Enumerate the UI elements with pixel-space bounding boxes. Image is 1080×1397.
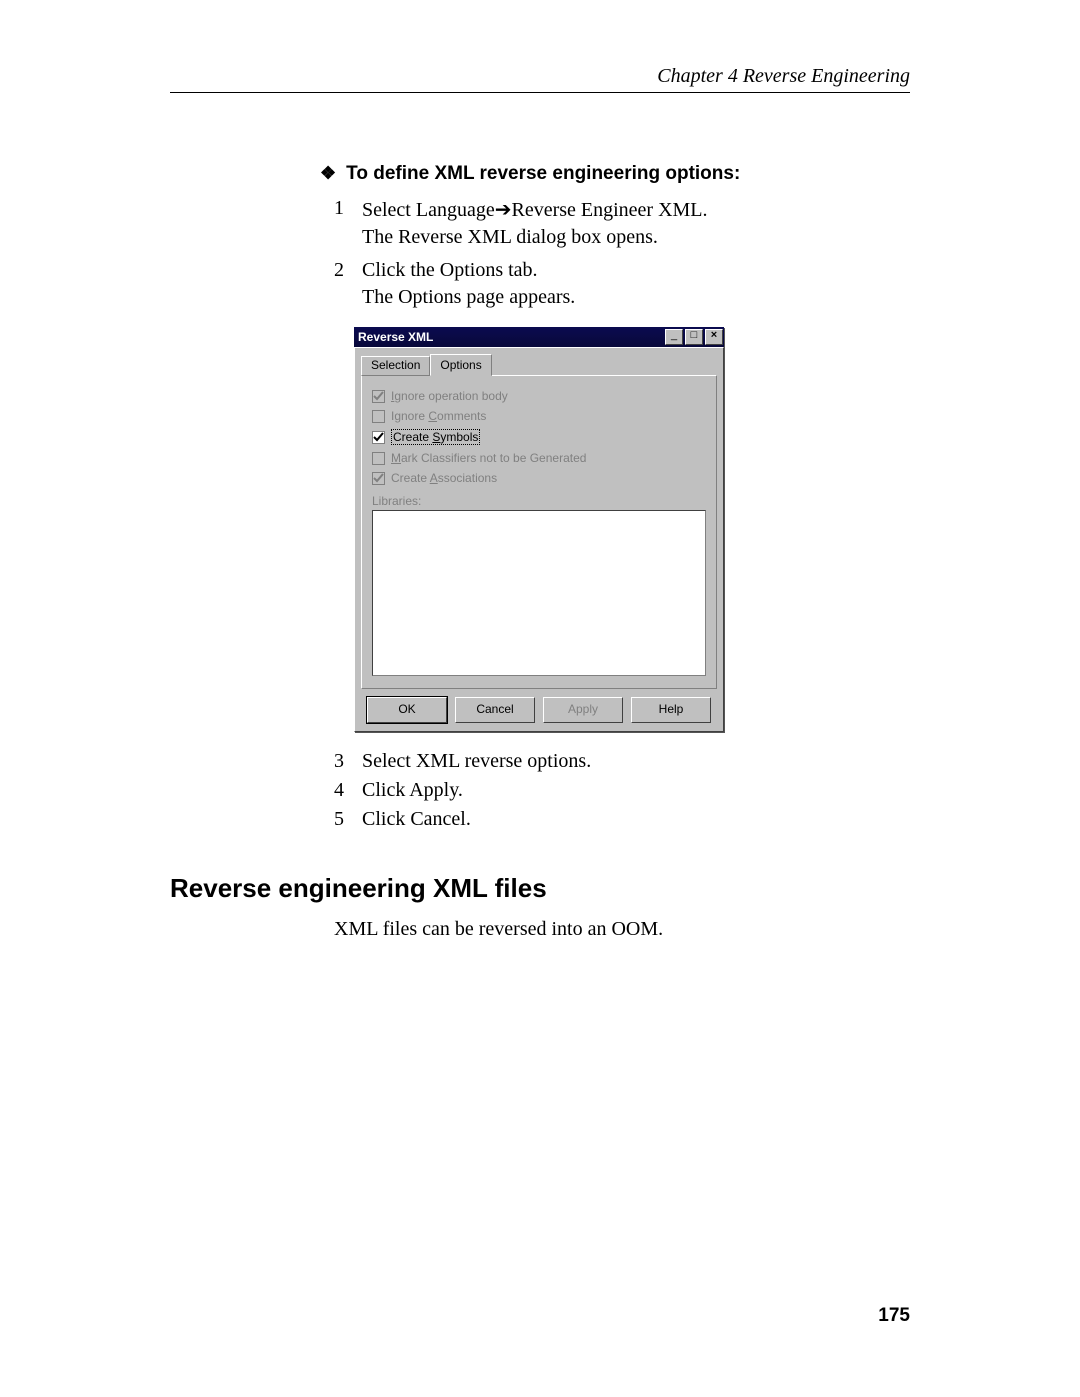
option-create-symbols[interactable]: Create Symbols <box>372 429 706 445</box>
step-number: 4 <box>334 779 362 802</box>
step-text: Select XML reverse options. <box>362 750 591 773</box>
libraries-label: Libraries: <box>372 494 706 508</box>
checkbox-icon[interactable] <box>372 390 385 403</box>
step-2-sub: The Options page appears. <box>320 286 910 309</box>
running-header: Chapter 4 Reverse Engineering <box>170 65 910 93</box>
dialog-body: Selection Options Ignore operation body <box>354 347 724 732</box>
option-label: Create Associations <box>391 471 497 485</box>
step-3: 3 Select XML reverse options. <box>320 750 910 773</box>
step-4: 4 Click Apply. <box>320 779 910 802</box>
step-text: Click the Options tab. <box>362 259 538 282</box>
options-panel: Ignore operation body Ignore Comments Cr… <box>361 375 717 689</box>
checkbox-icon[interactable] <box>372 472 385 485</box>
checkbox-icon[interactable] <box>372 410 385 423</box>
step-text: Select Language➔Reverse Engineer XML. <box>362 197 708 222</box>
tab-selection[interactable]: Selection <box>361 356 430 376</box>
reverse-xml-dialog: Reverse XML _ □ × Selection Options <box>354 327 724 732</box>
dialog-title: Reverse XML <box>358 330 664 344</box>
section-heading: Reverse engineering XML files <box>170 873 910 904</box>
ok-button[interactable]: OK <box>367 697 447 723</box>
option-label: Create Symbols <box>391 429 480 445</box>
option-create-associations: Create Associations <box>372 471 706 485</box>
tab-strip: Selection Options <box>361 354 717 376</box>
dialog-button-row: OK Cancel Apply Help <box>361 697 717 723</box>
step-text: Click Apply. <box>362 779 463 802</box>
embedded-dialog-figure: Reverse XML _ □ × Selection Options <box>354 327 910 732</box>
step-1-sub: The Reverse XML dialog box opens. <box>320 226 910 249</box>
option-ignore-operation-body: Ignore operation body <box>372 389 706 403</box>
checkbox-icon[interactable] <box>372 452 385 465</box>
cancel-button[interactable]: Cancel <box>455 697 535 723</box>
step-text: Click Cancel. <box>362 808 471 831</box>
titlebar: Reverse XML _ □ × <box>354 327 724 347</box>
option-label: Ignore operation body <box>391 389 508 403</box>
maximize-icon[interactable]: □ <box>685 329 703 345</box>
step-number: 2 <box>334 259 362 282</box>
step-number: 1 <box>334 197 362 222</box>
section-paragraph: XML files can be reversed into an OOM. <box>170 918 910 941</box>
option-mark-classifiers: Mark Classifiers not to be Generated <box>372 451 706 465</box>
help-button[interactable]: Help <box>631 697 711 723</box>
apply-button[interactable]: Apply <box>543 697 623 723</box>
step-1: 1 Select Language➔Reverse Engineer XML. <box>320 197 910 222</box>
checkbox-icon[interactable] <box>372 431 385 444</box>
close-icon[interactable]: × <box>705 329 723 345</box>
libraries-listbox[interactable] <box>372 510 706 676</box>
page: Chapter 4 Reverse Engineering To define … <box>0 0 1080 1397</box>
step-5: 5 Click Cancel. <box>320 808 910 831</box>
main-content: To define XML reverse engineering option… <box>170 163 910 831</box>
option-label: Mark Classifiers not to be Generated <box>391 451 586 465</box>
page-number: 175 <box>878 1305 910 1327</box>
tab-options[interactable]: Options <box>430 354 491 376</box>
procedure-title: To define XML reverse engineering option… <box>320 163 910 185</box>
option-ignore-comments: Ignore Comments <box>372 409 706 423</box>
step-2: 2 Click the Options tab. <box>320 259 910 282</box>
option-label: Ignore Comments <box>391 409 486 423</box>
step-number: 3 <box>334 750 362 773</box>
step-number: 5 <box>334 808 362 831</box>
minimize-icon[interactable]: _ <box>665 329 683 345</box>
